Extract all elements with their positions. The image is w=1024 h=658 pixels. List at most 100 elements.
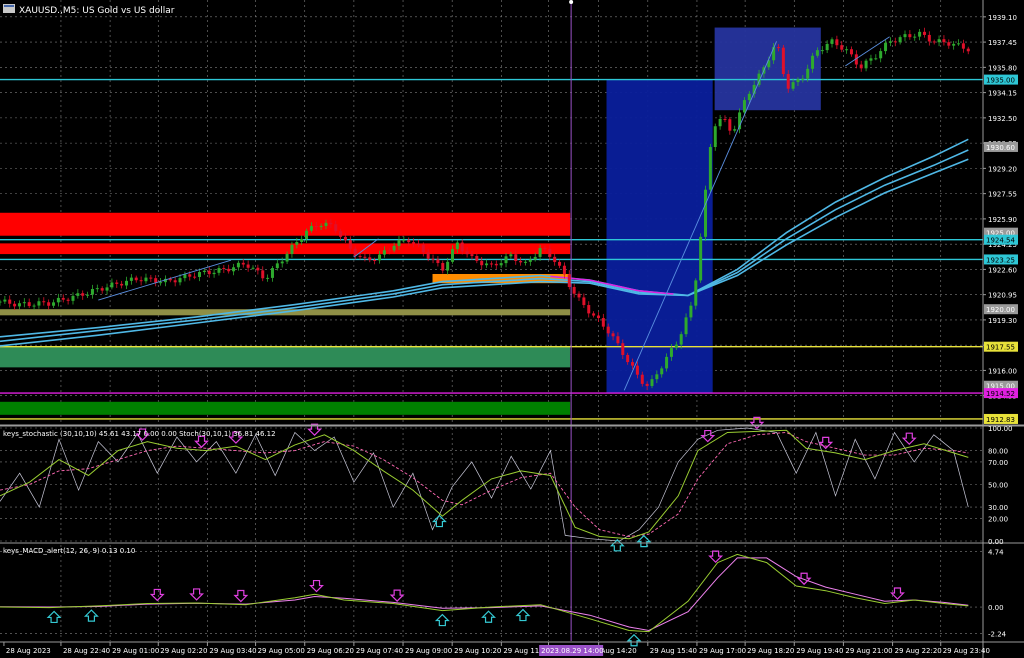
chart-title: XAUUSD.,M5: US Gold vs US dollar — [19, 6, 175, 16]
candle-bear — [222, 268, 226, 270]
time-tick-label: 28 Aug 2023 — [6, 647, 51, 655]
candle-bull — [202, 270, 206, 273]
candle-bear — [207, 270, 211, 275]
price-label-text: 1914.52 — [986, 390, 1015, 398]
time-tick-label: 29 Aug 01:00 — [112, 647, 159, 655]
candle-bull — [952, 43, 956, 46]
candle-bear — [246, 264, 250, 268]
candle-bear — [227, 268, 231, 272]
candle-bull — [811, 55, 815, 69]
candle-bull — [733, 129, 737, 131]
candle-bull — [319, 225, 323, 227]
candle-bear — [776, 47, 780, 49]
time-tick-label: 29 Aug 09:00 — [405, 647, 452, 655]
candle-bull — [309, 225, 313, 231]
candle-bull — [295, 241, 299, 245]
candle-bear — [193, 276, 197, 278]
candle-bear — [849, 49, 853, 55]
candle-bear — [567, 274, 571, 288]
candle-bear — [339, 231, 343, 237]
time-tick-label: 29 Aug 03:40 — [209, 647, 256, 655]
candle-bull — [105, 287, 109, 291]
candle-bull — [90, 288, 94, 295]
candle-bull — [382, 250, 386, 255]
candle-bull — [3, 299, 7, 302]
price-label-text: 1923.25 — [986, 256, 1015, 264]
candle-bull — [689, 305, 693, 318]
candle-bear — [781, 47, 785, 75]
time-tick-label: Aug 14:20 — [601, 647, 637, 655]
price-tick-label: 1925.90 — [988, 216, 1017, 224]
price-tick-label: 1932.50 — [988, 115, 1017, 123]
candle-bull — [742, 100, 746, 113]
candle-bear — [42, 301, 46, 303]
candle-bull — [523, 261, 527, 263]
candle-bear — [723, 118, 727, 120]
candle-bear — [13, 303, 17, 307]
stoch-tick-label: 20.00 — [988, 515, 1008, 523]
candle-bear — [645, 383, 649, 386]
candle-bull — [845, 49, 849, 51]
candle-bull — [76, 293, 80, 296]
candle-bull — [285, 253, 289, 262]
candle-bear — [475, 255, 479, 261]
price-label-text: 1924.54 — [986, 237, 1015, 245]
candle-bear — [616, 336, 620, 344]
candle-bull — [869, 58, 873, 61]
candle-bull — [212, 272, 216, 275]
candle-bear — [314, 225, 318, 227]
time-tick-label: 29 Aug 15:40 — [650, 647, 697, 655]
trading-chart[interactable]: 1939.10 1937.45 1935.80 1934.15 1932.50 1930.… — [0, 0, 1024, 658]
candle-bull — [0, 301, 2, 303]
candle-bear — [514, 254, 518, 261]
candle-bull — [684, 317, 688, 335]
price-tick-label: 1920.95 — [988, 292, 1017, 300]
candle-bear — [908, 34, 912, 38]
candle-bull — [183, 274, 187, 279]
candle-bull — [820, 50, 824, 52]
candle-bear — [368, 257, 372, 261]
candle-bear — [47, 302, 51, 306]
stoch-tick-label: 80.00 — [988, 448, 1008, 456]
candle-bull — [378, 254, 382, 261]
candle-bear — [27, 302, 31, 307]
candle-bear — [927, 34, 931, 42]
candle-bear — [480, 260, 484, 266]
time-tick-label: 29 Aug 07:40 — [356, 647, 403, 655]
candle-bull — [708, 147, 712, 190]
candle-bear — [343, 236, 347, 241]
candle-bull — [669, 348, 673, 357]
candle-bull — [825, 43, 829, 51]
candle-bear — [256, 267, 260, 271]
candle-bull — [305, 230, 309, 239]
candle-bull — [796, 79, 800, 83]
macd-label: keys_MACD_alert(12, 26, 9) 0.13 0.10 — [3, 547, 135, 555]
candle-bull — [864, 60, 868, 69]
macd-tick-label: 0.00 — [988, 604, 1004, 612]
candle-bull — [830, 39, 834, 44]
candle-bull — [665, 356, 669, 369]
time-tick-label: 29 Aug 18:20 — [747, 647, 794, 655]
blue-box-small — [714, 27, 821, 111]
time-tick-label: 28 Aug 22:40 — [63, 647, 110, 655]
candle-bull — [509, 254, 513, 257]
time-tick-label: 29 Aug 05:00 — [258, 647, 305, 655]
candle-bull — [699, 236, 703, 281]
candle-bull — [504, 256, 508, 264]
macd-tick-label: 4.74 — [988, 549, 1004, 557]
candle-bull — [110, 282, 114, 288]
candle-bear — [548, 248, 552, 257]
candle-bear — [363, 256, 367, 258]
candle-bull — [713, 126, 717, 148]
window-title: XAUUSD.,M5: US Gold vs US dollar — [3, 4, 175, 16]
candle-bear — [348, 240, 352, 249]
candle-bull — [217, 268, 221, 273]
stoch-tick-label: 70.00 — [988, 459, 1008, 467]
lightgreen-zone — [0, 346, 571, 368]
candle-bear — [587, 305, 591, 314]
candle-bear — [947, 42, 951, 46]
candle-bear — [353, 248, 357, 256]
candle-bull — [397, 239, 401, 246]
time-tick-label: 29 Aug 21:00 — [845, 647, 892, 655]
candle-bull — [280, 261, 284, 264]
